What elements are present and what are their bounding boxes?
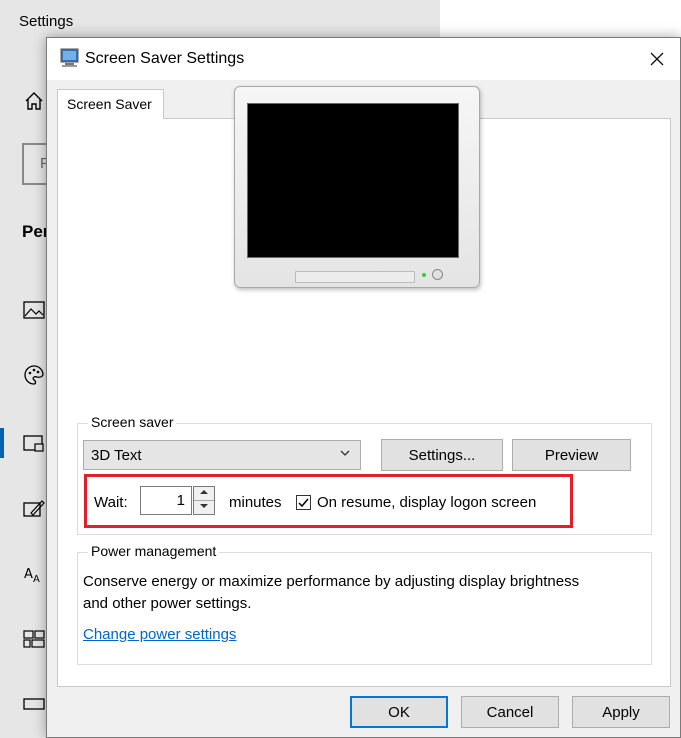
ok-button[interactable]: OK xyxy=(350,696,448,728)
close-button[interactable] xyxy=(634,38,680,80)
start-icon[interactable] xyxy=(22,627,46,651)
monitor-base xyxy=(295,271,415,283)
svg-text:A: A xyxy=(24,567,33,582)
power-led-icon xyxy=(422,273,426,277)
power-management-group-label: Power management xyxy=(88,543,220,559)
close-icon xyxy=(650,52,664,66)
chevron-down-icon xyxy=(339,447,351,462)
screen-saver-app-icon xyxy=(59,48,81,68)
preview-screen xyxy=(247,103,459,258)
apply-button[interactable]: Apply xyxy=(572,696,670,728)
dialog-title: Screen Saver Settings xyxy=(85,50,245,67)
selected-nav-indicator xyxy=(0,428,4,458)
cancel-button[interactable]: Cancel xyxy=(461,696,559,728)
colors-palette-icon[interactable] xyxy=(22,363,46,387)
highlight-annotation xyxy=(84,474,573,528)
svg-text:A: A xyxy=(33,574,40,584)
screen-saver-selected-value: 3D Text xyxy=(91,447,142,464)
dialog-titlebar: Screen Saver Settings xyxy=(47,38,680,80)
taskbar-icon[interactable] xyxy=(22,692,46,716)
home-icon[interactable] xyxy=(22,89,46,113)
monitor-power-button-icon xyxy=(432,269,443,280)
themes-icon[interactable] xyxy=(22,497,46,521)
background-image-icon[interactable] xyxy=(22,298,46,322)
fonts-icon[interactable]: AA xyxy=(22,562,46,586)
monitor-preview xyxy=(234,86,480,288)
screen-saver-group-label: Screen saver xyxy=(88,414,177,430)
screen-saver-settings-dialog: Screen Saver Settings Screen Saver Scree… xyxy=(46,37,681,738)
power-management-description: Conserve energy or maximize performance … xyxy=(83,573,580,612)
screen-saver-select[interactable]: 3D Text xyxy=(83,440,361,470)
preview-button[interactable]: Preview xyxy=(512,439,631,471)
lock-screen-icon[interactable] xyxy=(22,432,46,456)
change-power-settings-link[interactable]: Change power settings xyxy=(83,626,236,643)
screen-saver-settings-button[interactable]: Settings... xyxy=(381,439,503,471)
tab-screen-saver[interactable]: Screen Saver xyxy=(57,89,164,119)
settings-app-title: Settings xyxy=(19,13,74,30)
